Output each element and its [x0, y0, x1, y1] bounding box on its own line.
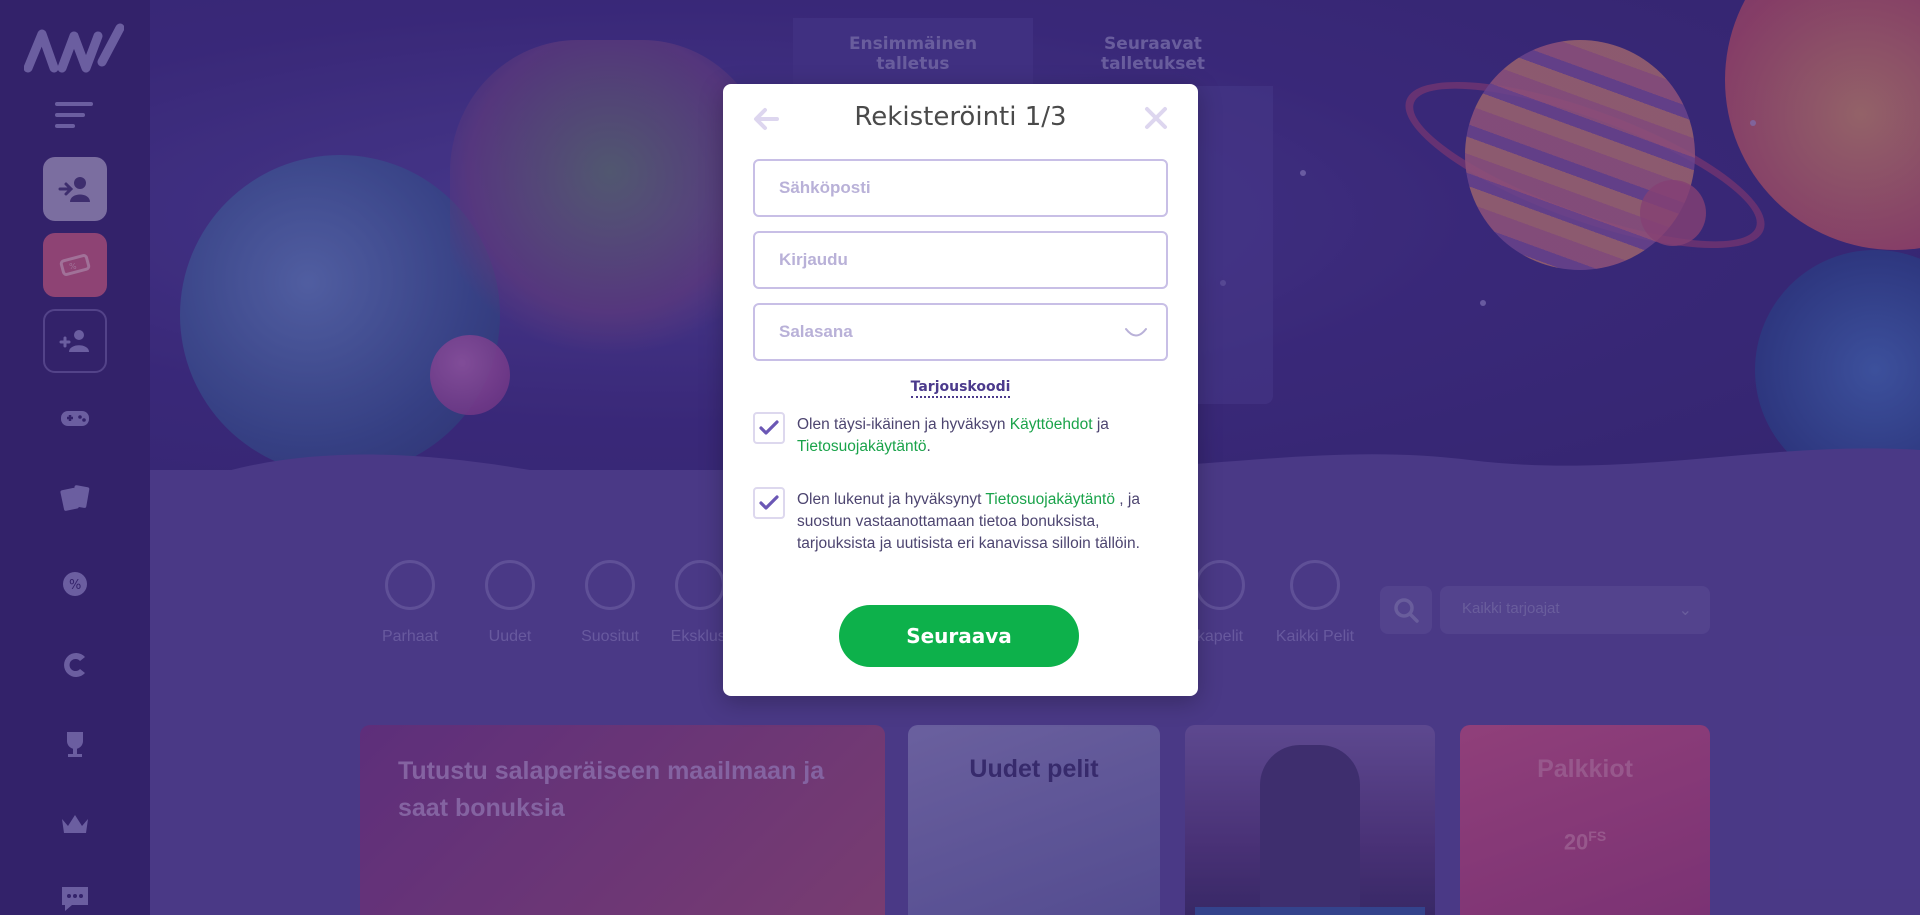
- marketing-checkbox[interactable]: [753, 487, 785, 519]
- checkmark-icon: [759, 420, 779, 435]
- username-field[interactable]: [755, 233, 1166, 287]
- promo-code-link[interactable]: Tarjouskoodi: [910, 379, 1011, 398]
- consent1-text-before: Olen täysi-ikäinen ja hyväksyn: [797, 416, 1010, 433]
- privacy-policy-link[interactable]: Tietosuojakäytäntö: [797, 438, 927, 455]
- consent1-text-after: .: [926, 438, 931, 455]
- show-password-icon[interactable]: [1124, 326, 1148, 340]
- modal-title: Rekisteröinti 1/3: [854, 102, 1067, 132]
- email-field-wrapper: [753, 159, 1168, 217]
- privacy-policy-link-2[interactable]: Tietosuojakäytäntö: [985, 491, 1115, 508]
- promo-code-link-wrapper: Tarjouskoodi: [723, 376, 1198, 398]
- consent1-text-mid: ja: [1092, 416, 1109, 433]
- terms-of-use-link[interactable]: Käyttöehdot: [1010, 416, 1093, 433]
- password-field[interactable]: [755, 305, 1166, 359]
- email-field[interactable]: [755, 161, 1166, 215]
- checkmark-icon: [759, 495, 779, 510]
- marketing-consent-text: Olen lukenut ja hyväksynyt Tietosuojakäy…: [797, 489, 1172, 555]
- age-terms-text: Olen täysi-ikäinen ja hyväksyn Käyttöehd…: [797, 414, 1172, 458]
- consent2-text-before: Olen lukenut ja hyväksynyt: [797, 491, 986, 508]
- close-icon[interactable]: [1142, 104, 1170, 132]
- registration-modal: Rekisteröinti 1/3 Tarjouskoodi Olen täys…: [723, 84, 1198, 696]
- username-field-wrapper: [753, 231, 1168, 289]
- age-terms-checkbox[interactable]: [753, 412, 785, 444]
- next-button[interactable]: Seuraava: [839, 605, 1079, 667]
- password-field-wrapper: [753, 303, 1168, 361]
